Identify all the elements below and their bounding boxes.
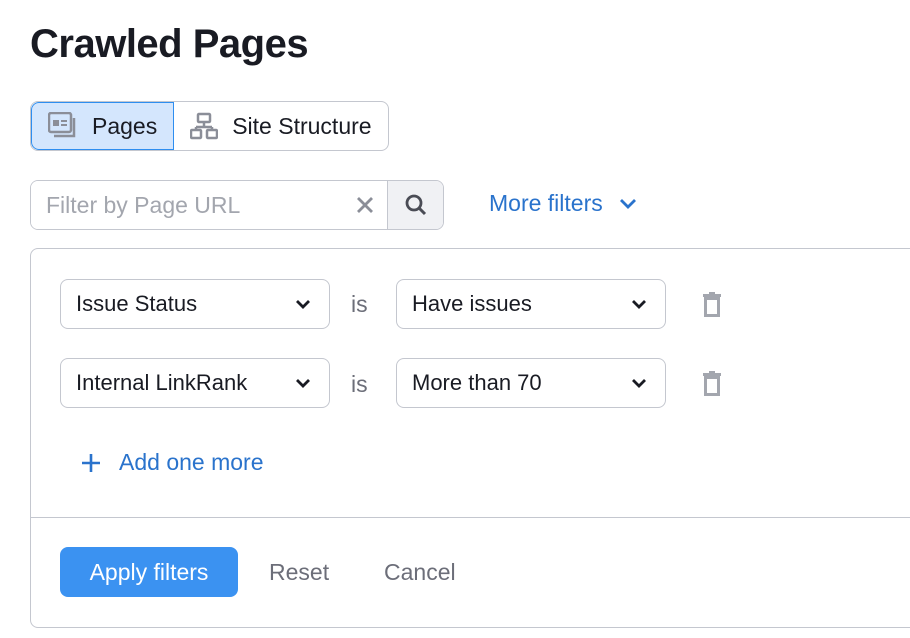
clear-button[interactable] (342, 181, 387, 229)
filters-panel: Issue Status is Have issues Internal Lin… (30, 248, 910, 628)
reset-button[interactable]: Reset (269, 559, 329, 586)
select-value: Issue Status (76, 291, 198, 316)
select-value: Have issues (412, 291, 532, 316)
apply-filters-button[interactable]: Apply filters (60, 547, 238, 597)
filter-value-select[interactable]: Have issues (396, 279, 666, 329)
filter-field-select[interactable]: Issue Status (60, 279, 330, 329)
add-filter-button[interactable]: Add one more (81, 449, 263, 476)
tab-pages[interactable]: Pages (31, 102, 175, 150)
chevron-down-icon (296, 300, 310, 309)
more-filters-button[interactable]: More filters (489, 190, 637, 217)
trash-icon[interactable] (701, 371, 723, 397)
pages-icon (48, 112, 76, 138)
divider (31, 517, 910, 518)
cancel-button[interactable]: Cancel (384, 559, 456, 586)
view-tabs: Pages Site Structure (30, 101, 389, 151)
chevron-down-icon (632, 379, 646, 388)
plus-icon (82, 453, 100, 472)
select-value: Internal LinkRank (76, 370, 248, 395)
tab-label: Pages (92, 112, 158, 139)
chevron-down-icon (632, 300, 646, 309)
close-icon (356, 197, 373, 213)
chevron-down-icon (619, 198, 636, 209)
filter-field-select[interactable]: Internal LinkRank (60, 358, 330, 408)
tab-site-structure[interactable]: Site Structure (174, 102, 387, 150)
chevron-down-icon (296, 379, 310, 388)
search-icon (405, 194, 426, 216)
tab-label: Site Structure (232, 112, 372, 139)
more-filters-label: More filters (489, 190, 603, 216)
trash-icon[interactable] (701, 292, 723, 318)
filter-value-select[interactable]: More than 70 (396, 358, 666, 408)
search-button[interactable] (387, 181, 443, 229)
select-value: More than 70 (412, 370, 542, 395)
operator-label: is (351, 371, 368, 397)
url-filter-input[interactable] (31, 181, 342, 229)
url-filter (30, 180, 444, 230)
operator-label: is (351, 291, 368, 317)
add-filter-label: Add one more (119, 449, 264, 475)
site-structure-icon (190, 112, 219, 140)
page-title: Crawled Pages (30, 22, 309, 66)
